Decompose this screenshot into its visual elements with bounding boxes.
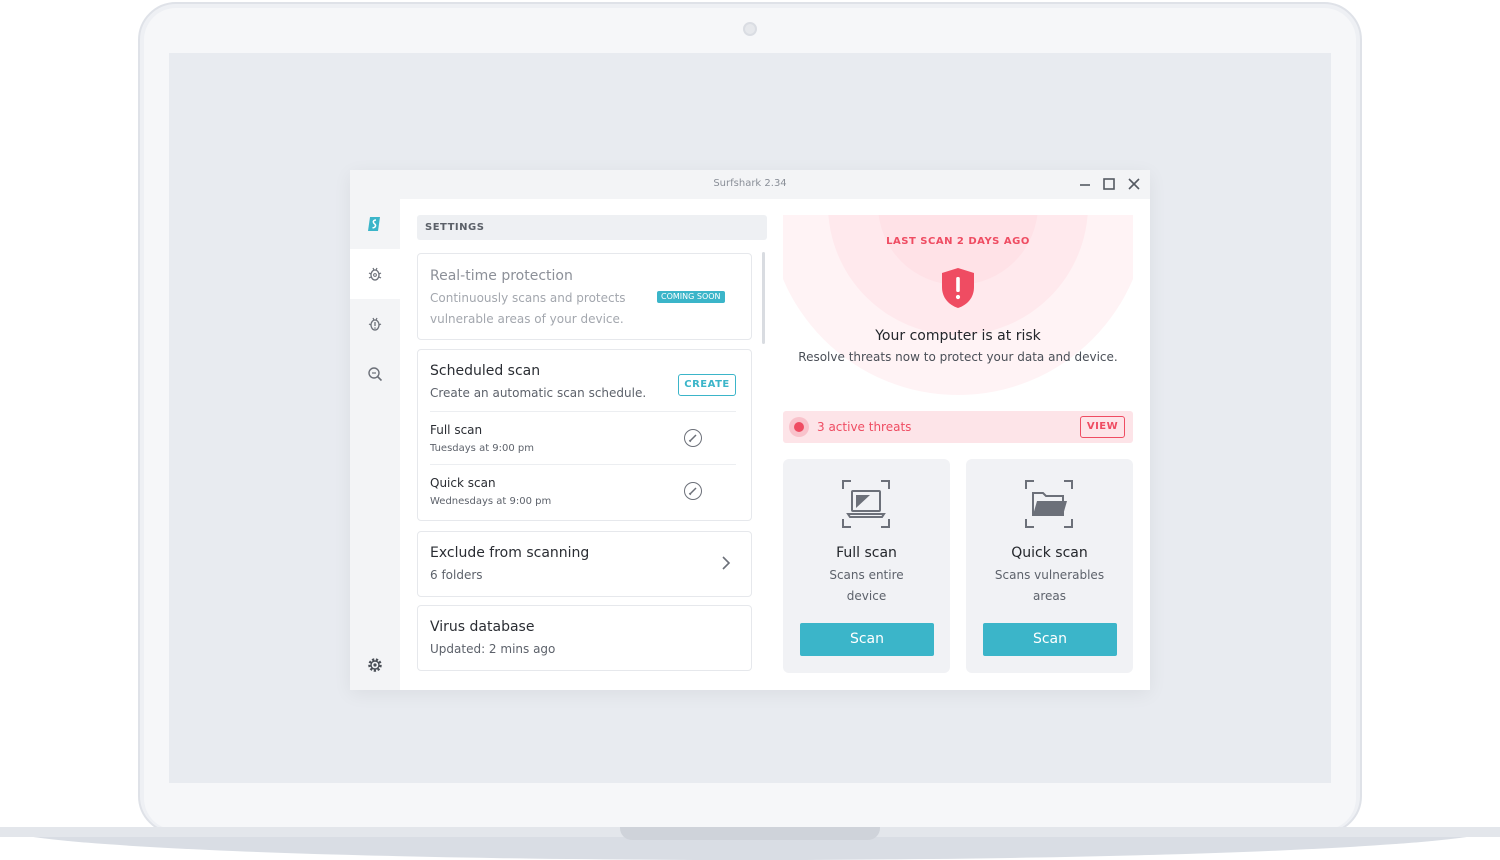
maximize-icon	[1103, 178, 1115, 190]
realtime-protection-card: Real-time protection Continuously scans …	[417, 253, 752, 340]
sidebar-item-home[interactable]	[350, 199, 400, 249]
scan-desc-line1: Scans entire	[829, 568, 904, 582]
schedule-row-full: Full scan Tuesdays at 9:00 pm	[430, 411, 736, 464]
sidebar	[350, 199, 400, 690]
scan-title: Full scan	[836, 545, 897, 561]
card-desc: Updated: 2 mins ago	[430, 642, 556, 656]
pencil-icon	[688, 487, 697, 496]
card-title: Exclude from scanning	[430, 545, 590, 561]
schedule-row-quick: Quick scan Wednesdays at 9:00 pm	[430, 464, 736, 517]
folder-icon	[1025, 480, 1073, 528]
app-window: Surfshark 2.34 SETTINGS Real-time protec…	[350, 170, 1150, 690]
virus-database-card: Virus database Updated: 2 mins ago	[417, 605, 752, 671]
scrollbar-thumb[interactable]	[762, 252, 765, 344]
schedule-time: Wednesdays at 9:00 pm	[430, 496, 552, 507]
exclude-scanning-card[interactable]: Exclude from scanning 6 folders	[417, 531, 752, 597]
laptop-icon	[842, 480, 890, 528]
scan-desc-line1: Scans vulnerables	[994, 568, 1105, 582]
schedule-name: Quick scan	[430, 476, 496, 490]
schedule-name: Full scan	[430, 423, 483, 437]
create-schedule-button[interactable]: CREATE	[678, 374, 736, 396]
maximize-button[interactable]	[1100, 175, 1118, 193]
threat-indicator-icon	[789, 417, 809, 437]
view-threats-button[interactable]: VIEW	[1080, 416, 1125, 438]
card-desc-line2: vulnerable areas of your device.	[430, 312, 624, 326]
schedule-time: Tuesdays at 9:00 pm	[430, 443, 535, 454]
alert-icon	[368, 317, 382, 331]
close-icon	[1128, 178, 1140, 190]
scan-desc-line2: device	[846, 589, 887, 603]
minimize-button[interactable]	[1076, 175, 1094, 193]
chevron-right-icon	[718, 554, 734, 572]
card-desc: Create an automatic scan schedule.	[430, 386, 647, 400]
active-threats-bar: 3 active threats VIEW	[783, 411, 1133, 443]
close-button[interactable]	[1125, 175, 1143, 193]
scan-title: Quick scan	[1011, 545, 1088, 561]
card-title: Virus database	[430, 619, 535, 635]
card-desc: 6 folders	[430, 568, 483, 582]
camera-icon	[743, 22, 757, 36]
settings-header: SETTINGS	[417, 215, 767, 240]
edit-schedule-button[interactable]	[684, 482, 702, 500]
sidebar-item-search[interactable]	[350, 349, 400, 399]
sidebar-item-antivirus[interactable]	[350, 249, 400, 299]
scan-desc-line2: areas	[1032, 589, 1066, 603]
shield-alert-icon	[942, 268, 974, 308]
card-title: Real-time protection	[430, 268, 573, 284]
pencil-icon	[688, 434, 697, 443]
sidebar-item-settings[interactable]	[350, 640, 400, 690]
settings-gear-icon	[368, 658, 382, 672]
minimize-icon	[1080, 184, 1090, 186]
scan-desc: Scans vulnerables areas	[986, 565, 1113, 607]
sidebar-item-alert[interactable]	[350, 299, 400, 349]
quick-scan-card: Quick scan Scans vulnerables areas Scan	[966, 459, 1133, 673]
card-desc-line1: Continuously scans and protects	[430, 291, 626, 305]
card-title: Scheduled scan	[430, 363, 541, 379]
coming-soon-badge: COMING SOON	[657, 291, 725, 303]
last-scan-label: LAST SCAN 2 DAYS AGO	[886, 236, 1030, 247]
risk-subtitle: Resolve threats now to protect your data…	[798, 350, 1118, 364]
laptop-notch	[620, 827, 880, 840]
full-scan-button[interactable]: Scan	[800, 623, 934, 656]
window-title: Surfshark 2.34	[713, 178, 787, 189]
quick-scan-button[interactable]: Scan	[983, 623, 1117, 656]
surfshark-logo-icon	[368, 217, 380, 231]
bug-icon	[368, 267, 382, 281]
scan-desc: Scans entire device	[803, 565, 930, 607]
edit-schedule-button[interactable]	[684, 429, 702, 447]
title-bar: Surfshark 2.34	[350, 170, 1150, 199]
scheduled-scan-card: Scheduled scan Create an automatic scan …	[417, 349, 752, 521]
risk-title: Your computer is at risk	[875, 328, 1041, 344]
full-scan-card: Full scan Scans entire device Scan	[783, 459, 950, 673]
risk-status-panel: LAST SCAN 2 DAYS AGO Your computer is at…	[783, 215, 1133, 395]
active-threats-text: 3 active threats	[817, 420, 912, 434]
search-icon	[368, 367, 383, 382]
